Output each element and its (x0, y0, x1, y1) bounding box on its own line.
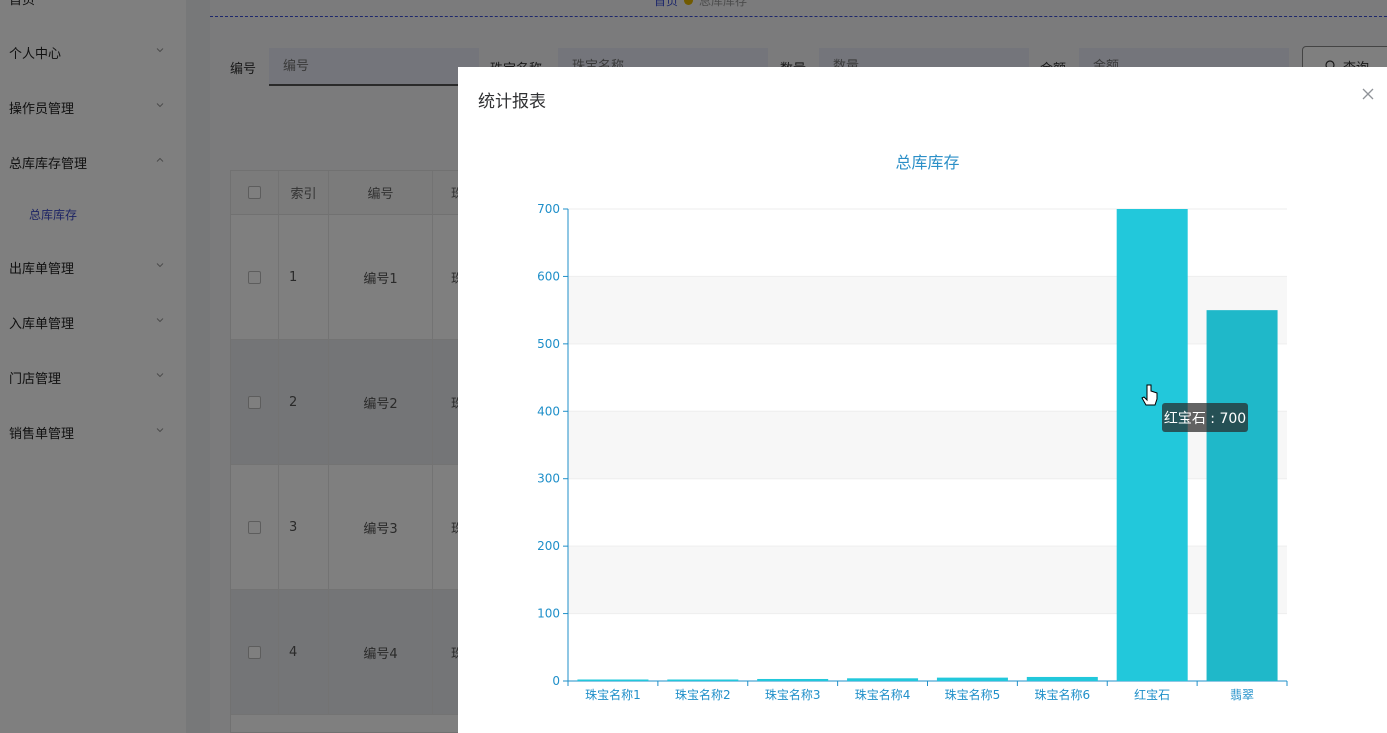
bar (1206, 310, 1278, 681)
y-tick-label: 600 (537, 269, 560, 283)
bar (667, 679, 739, 681)
bar (757, 678, 829, 681)
watermark: CSDN @QQ58850198 (1210, 707, 1362, 723)
x-tick-label: 珠宝名称4 (855, 687, 911, 702)
y-tick-label: 700 (537, 202, 560, 216)
y-tick-label: 0 (552, 674, 560, 688)
bar (1026, 676, 1098, 681)
x-tick-label: 珠宝名称6 (1034, 687, 1090, 702)
bar (1116, 209, 1188, 681)
x-tick-label: 翡翠 (1230, 688, 1254, 702)
bar (577, 679, 649, 681)
y-tick-label: 300 (537, 472, 560, 486)
y-tick-label: 500 (537, 337, 560, 351)
x-tick-label: 珠宝名称3 (765, 687, 821, 702)
x-tick-label: 珠宝名称5 (945, 687, 1001, 702)
y-tick-label: 400 (537, 404, 560, 418)
chart-title: 总库库存 (895, 153, 959, 172)
bar (936, 677, 1008, 681)
stats-report-dialog: 统计报表 总库库存 0 100 200 300 400 500 600 700 珠宝名称1 珠宝名称… (458, 67, 1387, 733)
tooltip-text: 红宝石 : 700 (1164, 411, 1246, 427)
x-tick-label: 珠宝名称1 (585, 687, 641, 702)
y-tick-label: 200 (537, 539, 560, 553)
y-tick-label: 100 (537, 607, 560, 621)
x-tick-label: 红宝石 (1134, 687, 1170, 702)
bar (847, 678, 919, 681)
bar-chart: 总库库存 0 100 200 300 400 500 600 700 珠宝名称1 珠宝名称2 珠宝名称… (537, 153, 1288, 702)
x-tick-label: 珠宝名称2 (675, 687, 731, 702)
